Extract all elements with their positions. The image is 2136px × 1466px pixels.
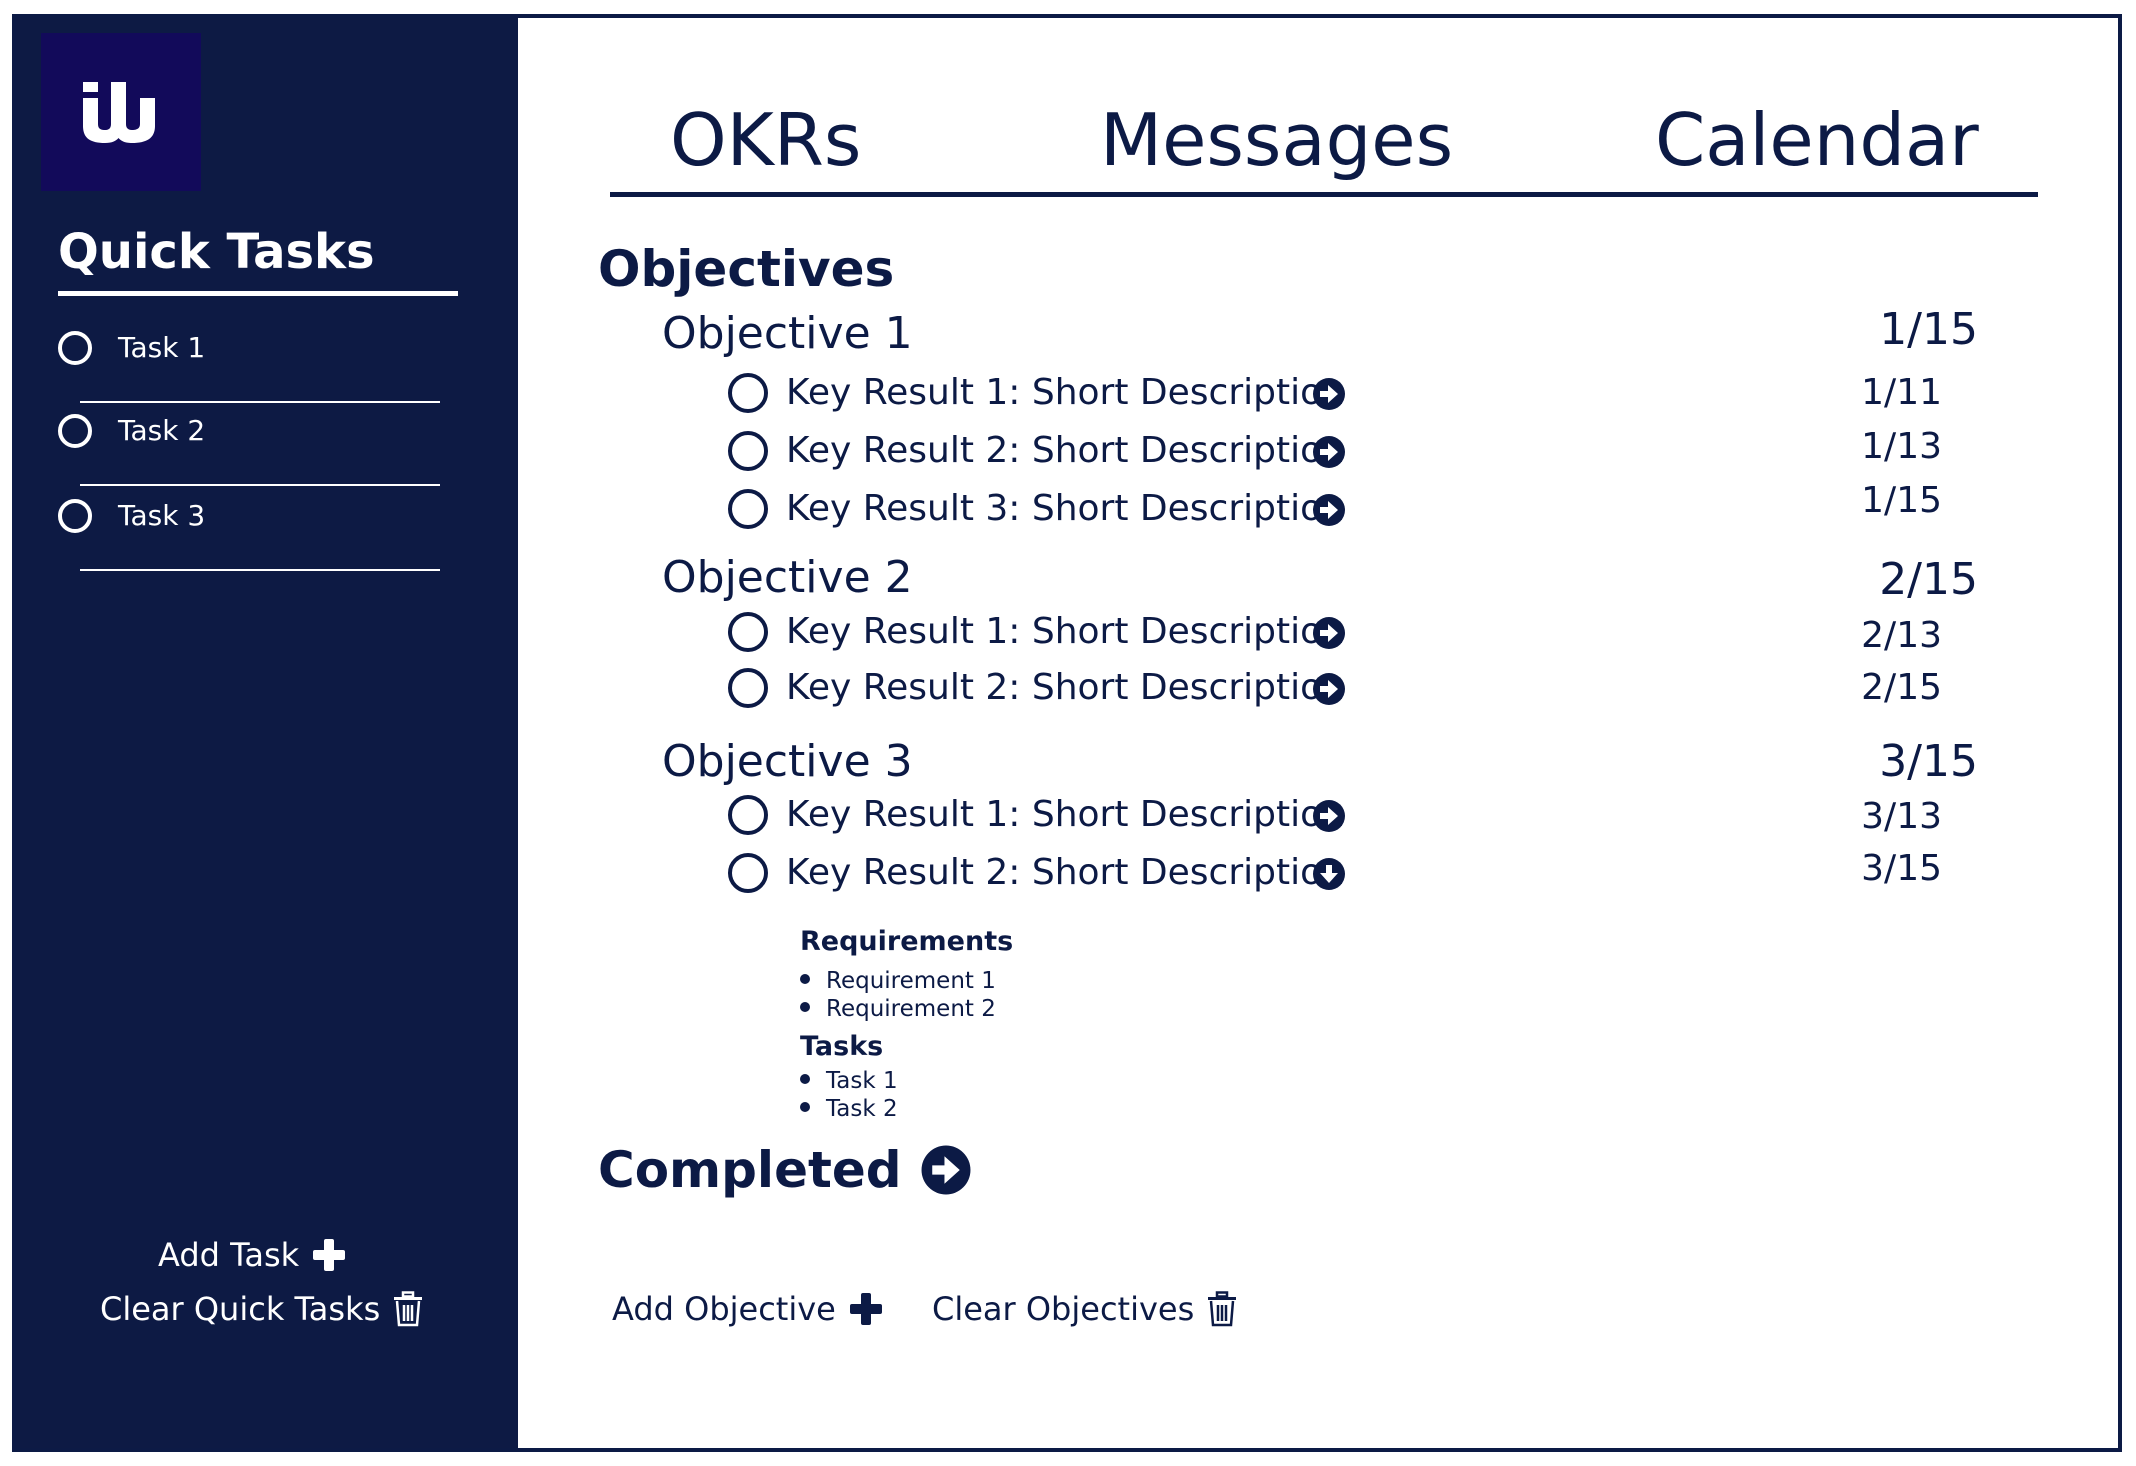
add-task-button[interactable]: Add Task [158, 1236, 347, 1274]
key-result-label[interactable]: Key Result 3: Short Description [786, 487, 1345, 531]
key-result-checkbox[interactable] [728, 795, 768, 835]
key-result-label[interactable]: Key Result 1: Short Description [786, 793, 1345, 837]
task-item: Task 2 [800, 1098, 898, 1121]
arrow-right-circle-icon[interactable] [1312, 435, 1346, 469]
app-window: Quick Tasks Task 1 Task 2 Task 3 Add Tas… [12, 14, 2122, 1452]
objective-due-date: 1/15 [1879, 304, 1978, 355]
key-result-row: Key Result 3: Short Description 1/15 [728, 480, 2078, 531]
key-result-label[interactable]: Key Result 1: Short Description [786, 610, 1345, 654]
key-result-due-date: 3/15 [1861, 848, 1942, 889]
objective-title[interactable]: Objective 1 [662, 312, 913, 356]
task-divider [80, 484, 440, 486]
bullet [800, 1073, 810, 1084]
quick-task-item[interactable]: Task 1 [58, 323, 458, 403]
requirement-label: Requirement 1 [826, 968, 996, 994]
arrow-right-circle-icon[interactable] [1312, 493, 1346, 527]
arrow-right-circle-icon[interactable] [920, 1144, 972, 1196]
trash-icon [394, 1291, 423, 1327]
objectives-title: Objectives [598, 240, 895, 298]
key-result-due-date: 1/15 [1861, 480, 1942, 521]
key-result-due-date: 2/13 [1861, 615, 1942, 656]
key-result-row: Key Result 2: Short Description 3/15 [728, 848, 2078, 895]
app-logo[interactable] [41, 33, 201, 191]
sidebar: Quick Tasks Task 1 Task 2 Task 3 Add Tas… [16, 18, 518, 1448]
main-content: OKRs Messages Calendar Objectives Object… [518, 18, 2118, 1448]
bullet [800, 1001, 810, 1012]
key-result-due-date: 3/13 [1861, 796, 1942, 837]
add-objective-label: Add Objective [612, 1290, 836, 1328]
arrow-right-circle-icon[interactable] [1312, 672, 1346, 706]
bullet [800, 973, 810, 984]
tab-messages[interactable]: Messages [1100, 104, 1453, 176]
requirement-item: Requirement 1 [800, 970, 996, 993]
tasks-heading: Tasks [800, 1031, 884, 1062]
clear-quick-tasks-button[interactable]: Clear Quick Tasks [100, 1290, 424, 1328]
key-result-checkbox[interactable] [728, 853, 768, 893]
tab-okrs[interactable]: OKRs [670, 104, 861, 176]
key-result-due-date: 2/15 [1861, 667, 1942, 708]
arrow-right-circle-icon[interactable] [1312, 377, 1346, 411]
key-result-label[interactable]: Key Result 2: Short Description [786, 851, 1345, 895]
clear-objectives-label: Clear Objectives [932, 1290, 1195, 1328]
key-result-row: Key Result 2: Short Description 1/13 [728, 426, 2078, 473]
task-checkbox[interactable] [58, 414, 92, 448]
key-result-label[interactable]: Key Result 1: Short Description [786, 371, 1345, 415]
task-label: Task 1 [826, 1068, 898, 1094]
requirement-item: Requirement 2 [800, 998, 996, 1021]
tab-bar-underline [610, 192, 2038, 197]
key-result-due-date: 1/11 [1861, 372, 1942, 413]
objective-title[interactable]: Objective 2 [662, 556, 913, 600]
add-objective-button[interactable]: Add Objective [612, 1290, 884, 1328]
quick-task-item[interactable]: Task 3 [58, 491, 458, 571]
plus-icon [849, 1293, 882, 1325]
objective-due-date: 2/15 [1879, 554, 1978, 605]
task-label: Task 2 [826, 1096, 898, 1122]
clear-objectives-button[interactable]: Clear Objectives [932, 1290, 1238, 1328]
quick-task-label: Task 2 [118, 414, 206, 447]
tab-bar: OKRs Messages Calendar [610, 104, 2038, 204]
key-result-checkbox[interactable] [728, 431, 768, 471]
requirements-heading: Requirements [800, 926, 1014, 957]
quick-tasks-title-underline [58, 291, 458, 296]
key-result-row: Key Result 1: Short Description 2/13 [728, 610, 2078, 656]
arrow-right-circle-icon[interactable] [1312, 799, 1346, 833]
key-result-checkbox[interactable] [728, 668, 768, 708]
key-result-label[interactable]: Key Result 2: Short Description [786, 429, 1345, 473]
key-result-row: Key Result 1: Short Description 3/13 [728, 793, 2078, 837]
clear-quick-tasks-label: Clear Quick Tasks [100, 1290, 381, 1328]
key-result-label[interactable]: Key Result 2: Short Description [786, 666, 1345, 710]
task-divider [80, 569, 440, 571]
key-result-checkbox[interactable] [728, 373, 768, 413]
logo-w-icon [83, 82, 155, 143]
quick-task-item[interactable]: Task 2 [58, 406, 458, 486]
completed-section[interactable]: Completed [598, 1144, 972, 1196]
bullet [800, 1101, 810, 1112]
arrow-right-circle-icon[interactable] [1312, 616, 1346, 650]
task-checkbox[interactable] [58, 499, 92, 533]
tab-calendar[interactable]: Calendar [1655, 104, 1979, 176]
requirement-label: Requirement 2 [826, 996, 996, 1022]
quick-tasks-title: Quick Tasks [58, 224, 375, 280]
key-result-checkbox[interactable] [728, 612, 768, 652]
key-result-due-date: 1/13 [1861, 426, 1942, 467]
key-result-row: Key Result 1: Short Description 1/11 [728, 371, 2078, 415]
arrow-down-circle-icon[interactable] [1312, 857, 1346, 891]
objective-due-date: 3/15 [1879, 736, 1978, 787]
quick-task-label: Task 3 [118, 499, 206, 532]
completed-title: Completed [598, 1141, 902, 1199]
key-result-checkbox[interactable] [728, 489, 768, 529]
add-task-label: Add Task [158, 1236, 300, 1274]
trash-icon [1208, 1291, 1237, 1327]
plus-icon [313, 1239, 346, 1271]
task-divider [80, 401, 440, 403]
objective-title[interactable]: Objective 3 [662, 740, 913, 784]
task-item: Task 1 [800, 1070, 898, 1093]
quick-task-label: Task 1 [118, 331, 206, 364]
task-checkbox[interactable] [58, 331, 92, 365]
key-result-row: Key Result 2: Short Description 2/15 [728, 666, 2078, 710]
